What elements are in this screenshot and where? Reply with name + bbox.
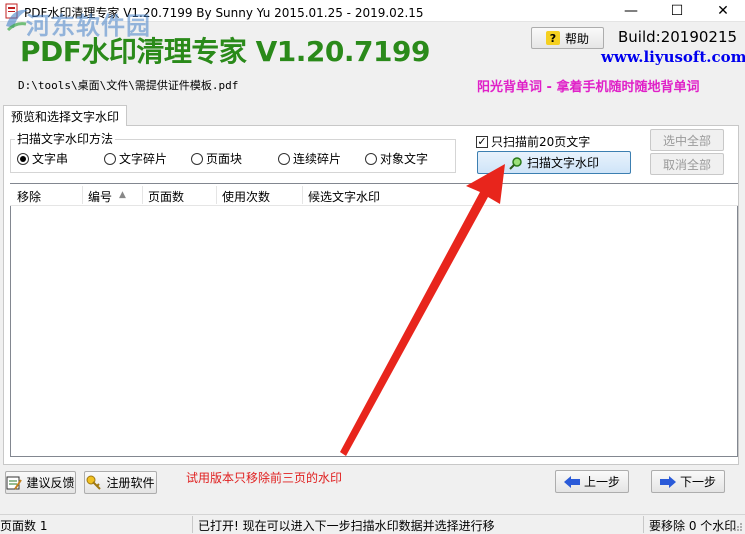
radio-dot — [17, 152, 29, 165]
watermark-text: 河东软件园 — [26, 11, 151, 40]
status-remove-count: 要移除 0 个水印 — [649, 519, 737, 533]
status-page-count: 页面数 1 — [0, 519, 48, 533]
column-number[interactable]: 编号 — [88, 188, 112, 205]
column-separator — [82, 186, 83, 204]
maximize-button[interactable]: ☐ — [654, 0, 700, 22]
build-label: Build:20190215 — [618, 28, 738, 46]
column-page-count[interactable]: 页面数 — [148, 188, 184, 205]
radio-dot — [104, 152, 116, 165]
radio-label: 页面块 — [206, 152, 243, 166]
feedback-icon — [6, 476, 23, 490]
radio-page-block[interactable]: 页面块 — [191, 150, 242, 167]
column-use-count[interactable]: 使用次数 — [222, 188, 270, 205]
help-button[interactable]: ? 帮助 — [531, 27, 604, 49]
prev-step-label: 上一步 — [583, 475, 620, 489]
close-button[interactable]: ✕ — [700, 0, 745, 22]
key-icon — [86, 475, 102, 490]
column-separator — [142, 186, 143, 204]
feedback-button[interactable]: 建议反馈 — [5, 471, 76, 494]
arrow-right-icon — [659, 475, 676, 488]
trial-note: 试用版本只移除前三页的水印 — [186, 471, 343, 485]
scan-method-legend: 扫描文字水印方法 — [15, 130, 116, 147]
register-button[interactable]: 注册软件 — [84, 471, 157, 494]
red-arrow-annotation — [340, 164, 505, 456]
first20-checkbox[interactable]: ✓ 只扫描前20页文字 — [476, 133, 590, 150]
next-step-label: 下一步 — [679, 475, 716, 489]
resize-grip-icon[interactable] — [733, 522, 743, 532]
column-separator — [216, 186, 217, 204]
column-separator — [302, 186, 303, 204]
help-label: 帮助 — [564, 31, 589, 46]
status-message: 已打开! 现在可以进入下一步扫描水印数据并选择进行移 — [198, 519, 495, 533]
radio-label: 文字碎片 — [119, 152, 168, 166]
file-path: D:\tools\桌面\文件\需提供证件模板.pdf — [18, 79, 239, 92]
radio-dot — [191, 152, 203, 165]
tab-preview[interactable]: 预览和选择文字水印 — [3, 105, 127, 126]
next-step-button[interactable]: 下一步 — [651, 470, 725, 493]
feedback-label: 建议反馈 — [26, 476, 75, 490]
status-separator — [192, 516, 193, 533]
radio-text-fragment[interactable]: 文字碎片 — [104, 150, 167, 167]
register-label: 注册软件 — [106, 476, 155, 490]
minimize-button[interactable]: — — [608, 0, 654, 22]
sort-ascending-icon: ▲ — [119, 190, 126, 200]
prev-step-button[interactable]: 上一步 — [555, 470, 629, 493]
column-remove[interactable]: 移除 — [17, 188, 41, 205]
radio-text-string[interactable]: 文字串 — [17, 150, 68, 167]
select-all-button[interactable]: 选中全部 — [650, 129, 724, 151]
deselect-all-button[interactable]: 取消全部 — [650, 153, 724, 175]
radio-label: 文字串 — [32, 152, 69, 166]
radio-dot — [278, 152, 290, 165]
arrow-left-icon — [563, 475, 580, 488]
help-icon: ? — [545, 31, 560, 45]
checkbox-box: ✓ — [476, 134, 488, 148]
scan-button-label: 扫描文字水印 — [526, 156, 599, 170]
website-link[interactable]: www.liyusoft.com — [601, 48, 745, 66]
first20-label: 只扫描前20页文字 — [491, 135, 591, 149]
ad-link[interactable]: 阳光背单词 - 拿着手机随时随地背单词 — [477, 76, 699, 95]
status-separator — [643, 516, 644, 533]
